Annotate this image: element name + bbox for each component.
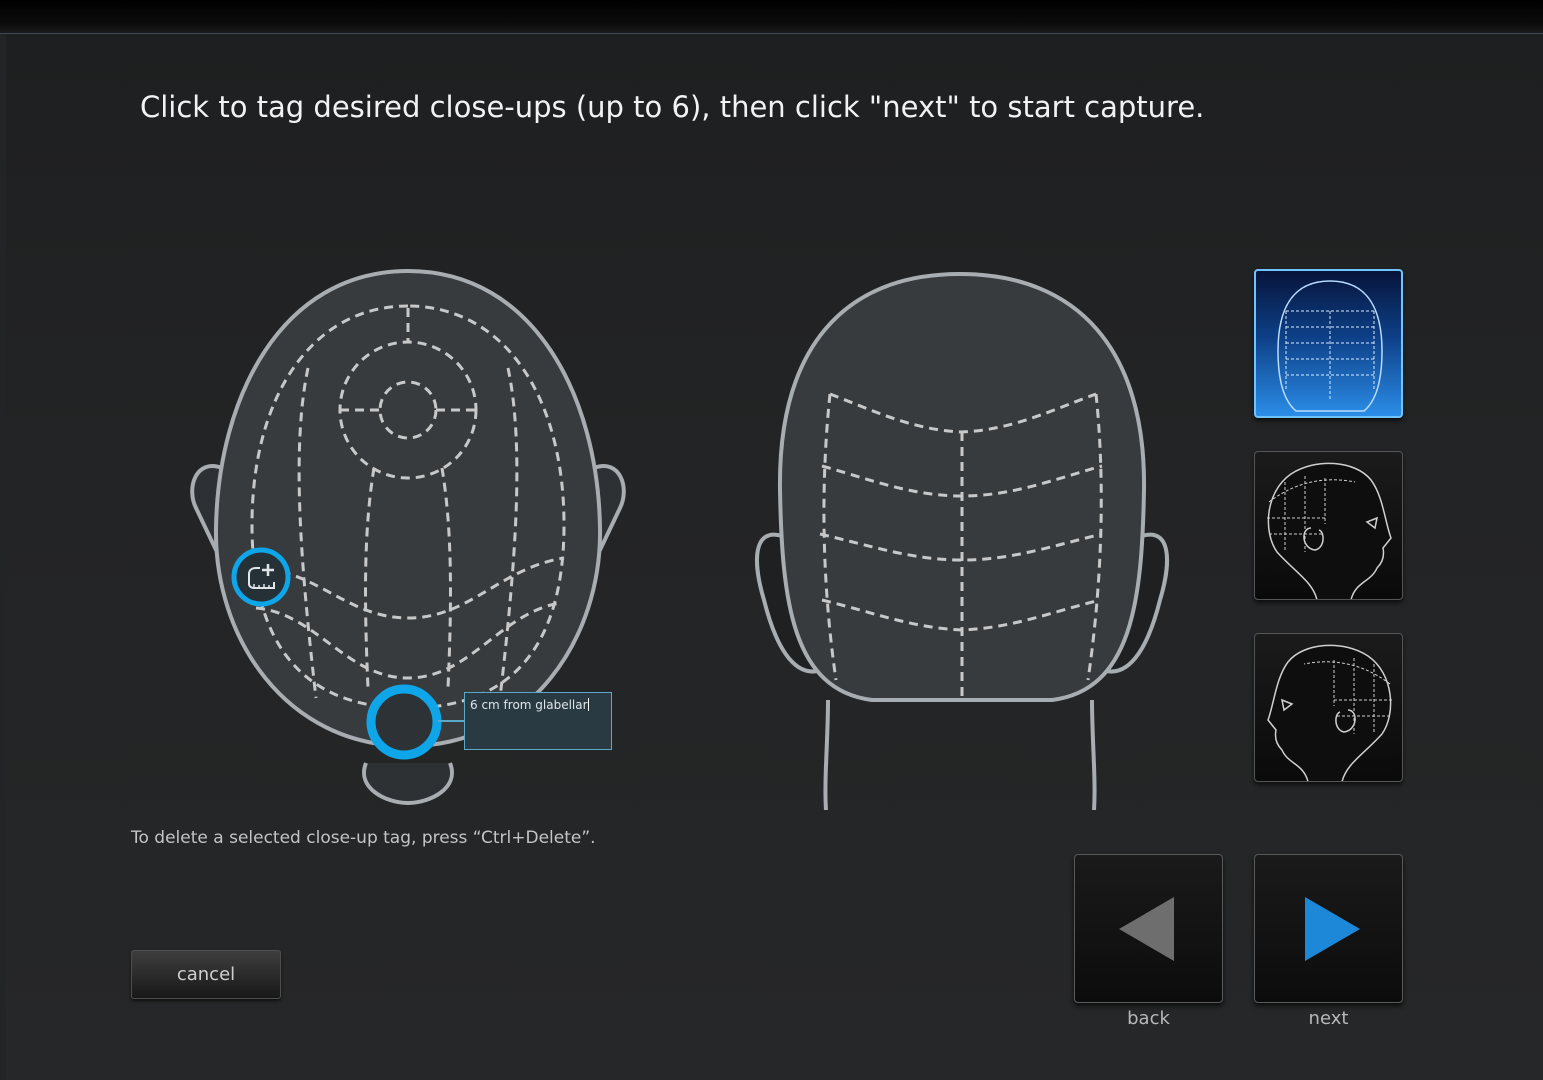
back-view-head-icon — [1277, 280, 1383, 412]
head-outline — [777, 271, 1147, 702]
ruler-plus-icon[interactable] — [230, 546, 292, 608]
left-profile-head-icon — [1267, 644, 1392, 781]
back-view-head-diagram[interactable] — [752, 270, 1172, 810]
tag-connector-line — [438, 720, 465, 722]
neck-outline — [823, 699, 1097, 810]
close-up-tag-marker[interactable] — [364, 682, 444, 762]
back-button[interactable] — [1074, 854, 1223, 1003]
nose-outline — [362, 762, 454, 806]
triangle-right-icon — [1305, 897, 1360, 961]
right-profile-head-icon — [1267, 462, 1392, 599]
title-bar — [0, 0, 1543, 34]
cancel-button[interactable]: cancel — [131, 950, 281, 999]
view-back-button[interactable] — [1254, 269, 1403, 418]
next-button[interactable] — [1254, 854, 1403, 1003]
view-left-side-button[interactable] — [1254, 633, 1403, 782]
instruction-text: Click to tag desired close-ups (up to 6)… — [140, 90, 1205, 124]
next-label: next — [1308, 1008, 1349, 1029]
delete-hint-text: To delete a selected close-up tag, press… — [131, 828, 596, 848]
view-right-side-button[interactable] — [1254, 451, 1403, 600]
tag-label-input[interactable]: 6 cm from glabellar — [464, 692, 612, 750]
triangle-left-icon — [1119, 897, 1174, 961]
back-label: back — [1127, 1008, 1170, 1029]
